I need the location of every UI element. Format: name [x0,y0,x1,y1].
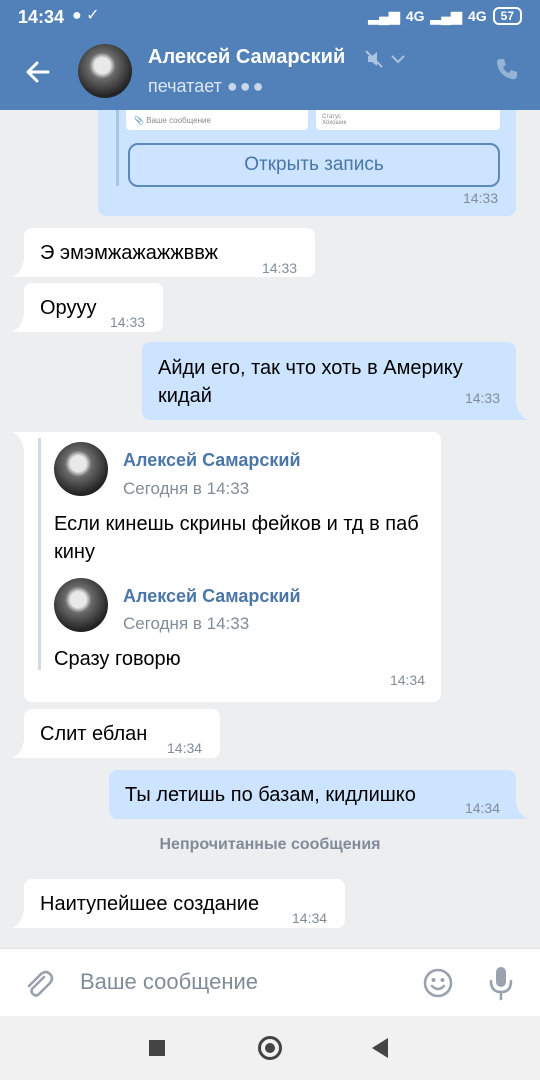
open-post-button[interactable]: Открыть запись [128,143,500,187]
incoming-message[interactable]: Слит еблан 14:34 [12,709,220,758]
typing-indicator: печатает ●●● [148,76,266,97]
forwarded-author-name[interactable]: Алексей Самарский [123,582,301,610]
preview-image-2: Статус Хохошик [316,110,500,130]
outgoing-message[interactable]: Айди его, так что хоть в Америку кидай 1… [142,342,528,420]
incoming-message[interactable]: Орууу 14:33 [12,283,163,332]
status-right-icons: ▂▄▆ 4G ▂▄▆ 4G 57 [368,7,522,25]
forwarded-author-name[interactable]: Алексей Самарский [123,446,301,474]
unread-separator: Непрочитанные сообщения [159,836,381,853]
message-text: Ты летишь по базам, кидлишко [125,784,416,806]
outgoing-message[interactable]: Ты летишь по базам, кидлишко 14:34 [109,770,528,819]
incoming-message[interactable]: Э эмэмжажажжввж 14:33 [12,228,315,277]
incoming-message[interactable]: Наитупейшее создание 14:34 [12,879,345,928]
incoming-forwarded-message[interactable]: Алексей Самарский Сегодня в 14:33 Если к… [12,432,441,702]
status-time: 14:34 [18,7,65,27]
bubble-tail [510,402,528,420]
muted-bell-icon [365,50,383,68]
signal-icon-2: ▂▄▆ [430,7,462,24]
message-time: 14:33 [462,190,498,206]
bubble-tail [12,740,30,758]
back-arrow-icon[interactable] [22,56,54,88]
preview-input-text: Ваше сообщение [146,116,211,125]
preview-status-value: Хохошик [322,120,347,126]
network-type-2: 4G [467,8,487,24]
card-quote-bar [116,110,119,186]
post-preview-images: 📎 Ваше сообщение Статус Хохошик [126,110,500,132]
message-text: Слит еблан [40,723,148,745]
home-icon[interactable] [258,1036,282,1060]
preview-image-1: 📎 Ваше сообщение [126,110,308,130]
contact-avatar[interactable] [78,44,132,98]
chat-header: 14:34 ● ✓ ▂▄▆ 4G ▂▄▆ 4G 57 Алексей Самар… [0,0,540,110]
forwarded-date: Сегодня в 14:33 [123,479,250,498]
microphone-icon[interactable] [486,965,516,1001]
message-text: Айди его, так что хоть в Америку кидай [158,357,463,407]
back-triangle-icon[interactable] [372,1038,388,1058]
forwarded-quote-bar [38,438,41,670]
system-navigation-bar [0,1016,540,1080]
message-text: Наитупейшее создание [40,893,260,915]
message-time: 14:33 [464,390,500,406]
message-input[interactable]: Ваше сообщение [80,969,258,995]
contact-name[interactable]: Алексей Самарский [148,46,345,69]
forwarded-text: Сразу говорю [54,648,181,670]
forwarded-date: Сегодня в 14:33 [123,614,250,633]
forwarded-avatar[interactable] [54,442,108,496]
message-time: 14:34 [292,910,328,926]
message-text: Орууу [40,297,97,319]
message-text: Э эмэмжажажжввж [40,242,219,264]
chevron-down-icon[interactable] [390,52,406,66]
forwarded-text: Если кинешь скрины фейков и тд в паб кин… [54,513,419,563]
forwarded-avatar[interactable] [54,578,108,632]
recent-apps-icon[interactable] [149,1040,165,1056]
signal-icon: ▂▄▆ [368,7,400,24]
phone-icon[interactable] [494,56,520,82]
bubble-tail [12,432,30,450]
message-time: 14:33 [110,314,146,330]
status-bar: 14:34 ● ✓ ▂▄▆ 4G ▂▄▆ 4G 57 [0,0,540,34]
notification-icons: ● ✓ [72,7,100,24]
emoji-icon[interactable] [422,967,454,999]
bubble-tail [12,314,30,332]
shared-post-card: 📎 Ваше сообщение Статус Хохошик Открыть з… [98,110,516,216]
typing-text: печатает [148,76,222,96]
message-composer: Ваше сообщение [0,948,540,1016]
battery-icon: 57 [492,7,522,25]
message-time: 14:34 [464,800,500,816]
bubble-tail [12,259,30,277]
message-time: 14:33 [262,260,298,276]
typing-dots: ●●● [226,76,266,96]
network-type-1: 4G [405,8,425,24]
message-time: 14:34 [167,740,203,756]
message-time: 14:34 [389,672,425,688]
bubble-tail [12,910,30,928]
paperclip-icon[interactable] [22,967,54,999]
bubble-tail [510,801,528,819]
